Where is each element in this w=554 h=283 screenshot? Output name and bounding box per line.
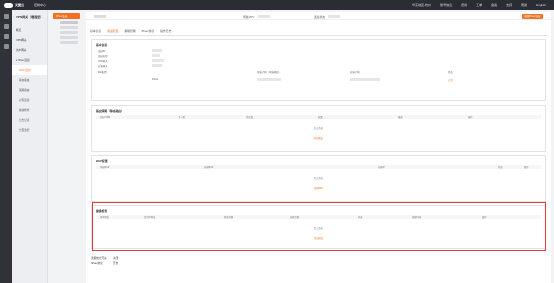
field-value-redacted [152, 64, 162, 67]
local-subnet-label: 本端子网（本端网段） [257, 71, 281, 74]
status-badge: 正常 [448, 79, 453, 82]
service-submenu: VPN网关（增强型） 概览 VPN网关 用户网关 ▾ IPsec连接 IPsec… [12, 10, 48, 283]
instance-item[interactable] [60, 21, 78, 24]
basic-info-section: 基本信息 连接ID 连接名称 VPN网关 对端网关 IKE配置 本端子网（本端网… [91, 39, 546, 101]
grid-icon[interactable] [3, 34, 9, 39]
top-nav: 华东地区-杭州 账号信息 费用 工单 备案 支持 帮助 English [403, 0, 546, 10]
top-nav-billing[interactable]: 费用 [461, 3, 467, 7]
remote-subnet-label: 对端子网 [350, 71, 360, 74]
top-nav-language[interactable]: English [536, 3, 546, 7]
basic-info-title: 基本信息 [96, 42, 108, 47]
add-route-link[interactable]: 添加路由 [92, 136, 545, 140]
route-section-title: 路由策略（静态路由） [96, 108, 124, 113]
info-label-status: 连接状态 [314, 14, 326, 19]
column-header: 优先级 [246, 117, 253, 119]
highlight-box [92, 202, 546, 251]
instance-button[interactable]: IPsec连接 [53, 13, 80, 19]
empty-state: 暂无数据 [313, 128, 324, 130]
column-header: 下一跳 [178, 117, 185, 119]
submenu-item-overview[interactable]: 概览 [12, 25, 47, 35]
top-nav-region[interactable]: 华东地区-杭州 [412, 3, 431, 7]
submenu-item-policy-route[interactable]: 策略路由 [12, 85, 47, 95]
local-subnet-value-redacted [257, 78, 281, 81]
top-nav-account[interactable]: 账号信息 [440, 3, 452, 7]
column-header: 对端BGP [204, 167, 214, 169]
instance-name-redacted [94, 14, 106, 18]
field-label: 连接ID [98, 50, 106, 53]
top-nav-ticket[interactable]: 工单 [476, 3, 482, 7]
submenu-item-alarm[interactable]: 告警监控 [12, 125, 47, 135]
field-value-redacted [152, 49, 162, 52]
column-header: 状态 [498, 167, 503, 169]
ipsec-protocol-value: 开启 [113, 262, 119, 265]
instance-item[interactable] [60, 36, 78, 39]
instance-list: IPsec连接 [50, 10, 83, 283]
field-label: 对端网关 [98, 65, 108, 68]
bgp-section-title: BGP配置 [96, 158, 108, 163]
tab-divider [90, 35, 547, 36]
instance-item[interactable] [60, 26, 78, 29]
submenu-item-peering[interactable]: 对等连接 [12, 95, 47, 105]
cloud-logo-icon [4, 2, 13, 8]
column-header: 本端BGP [100, 167, 110, 169]
column-header: 描述 [398, 117, 403, 119]
edit-connection-button[interactable]: 编辑IPsec连接 [522, 13, 543, 19]
logo-text: 天翼云 [15, 3, 25, 7]
submenu-item-vpn-gateway[interactable]: VPN网关 [12, 35, 47, 45]
remote-subnet-value-redacted [350, 78, 380, 81]
column-header: 对端IP [378, 167, 385, 169]
submenu-group-ipsec[interactable]: ▾ IPsec连接 [12, 55, 47, 65]
traffic-stat-toggle[interactable]: 关闭 [113, 256, 118, 260]
submenu-item-logs[interactable]: 日志记录 [12, 115, 47, 125]
top-nav-support[interactable]: 支持 [506, 3, 512, 7]
submenu-item-ipsec-connection[interactable]: IPsec连接 [12, 65, 47, 75]
route-section: 路由策略（静态路由） 目标CIDR 下一跳 优先级 权重 描述 操作 暂无数据 … [91, 105, 546, 152]
status-label: 状态 [448, 71, 453, 74]
menu-icon[interactable] [3, 14, 9, 19]
traffic-stat-label: 流量统计开关 [91, 257, 107, 260]
column-header: 操作 [524, 167, 529, 169]
submenu-item-user-gateway[interactable]: 用户网关 [12, 45, 47, 55]
column-header: 权重 [318, 117, 323, 119]
bgp-section: BGP配置 本端BGP 对端BGP 对端IP 状态 操作 暂无数据 添加BGP [91, 155, 546, 202]
info-label-vpc: 所属VPC [243, 14, 255, 19]
ike-value: IKEv2 [152, 78, 159, 81]
icon-rail [0, 10, 12, 283]
top-nav-help[interactable]: 帮助 [521, 3, 527, 7]
instance-item[interactable] [60, 41, 78, 44]
column-header: 操作 [468, 117, 473, 119]
bgp-table-header: 本端BGP 对端BGP 对端IP 状态 操作 [96, 165, 541, 169]
field-label: VPN网关 [98, 60, 108, 63]
field-label: 连接名称 [98, 55, 108, 58]
field-value-redacted [152, 54, 160, 57]
submenu-item-health-check[interactable]: 健康检查 [12, 105, 47, 115]
console-link[interactable]: 控制中心 [34, 3, 46, 7]
home-icon[interactable] [3, 24, 9, 29]
star-icon[interactable] [3, 44, 9, 49]
logo[interactable]: 天翼云 [0, 2, 30, 8]
instance-item[interactable] [60, 31, 78, 34]
add-bgp-link[interactable]: 添加BGP [92, 186, 545, 190]
ipsec-protocol-label: IPsec协议 [91, 262, 103, 265]
empty-state: 暂无数据 [313, 178, 324, 180]
info-bar: 所属VPC 连接状态 编辑IPsec连接 [86, 12, 551, 20]
column-header: 目标CIDR [100, 117, 111, 119]
field-value-redacted [152, 59, 164, 62]
route-table-header: 目标CIDR 下一跳 优先级 权重 描述 操作 [96, 115, 541, 119]
field-label: IKE配置 [98, 71, 107, 74]
submenu-item-static-route[interactable]: 静态路由 [12, 75, 47, 85]
info-value-redacted [328, 14, 340, 18]
submenu-title: VPN网关（增强型） [16, 15, 44, 19]
top-nav-filing[interactable]: 备案 [491, 3, 497, 7]
top-bar: 天翼云 控制中心 华东地区-杭州 账号信息 费用 工单 备案 支持 帮助 Eng… [0, 0, 554, 10]
info-value-redacted [258, 14, 270, 18]
